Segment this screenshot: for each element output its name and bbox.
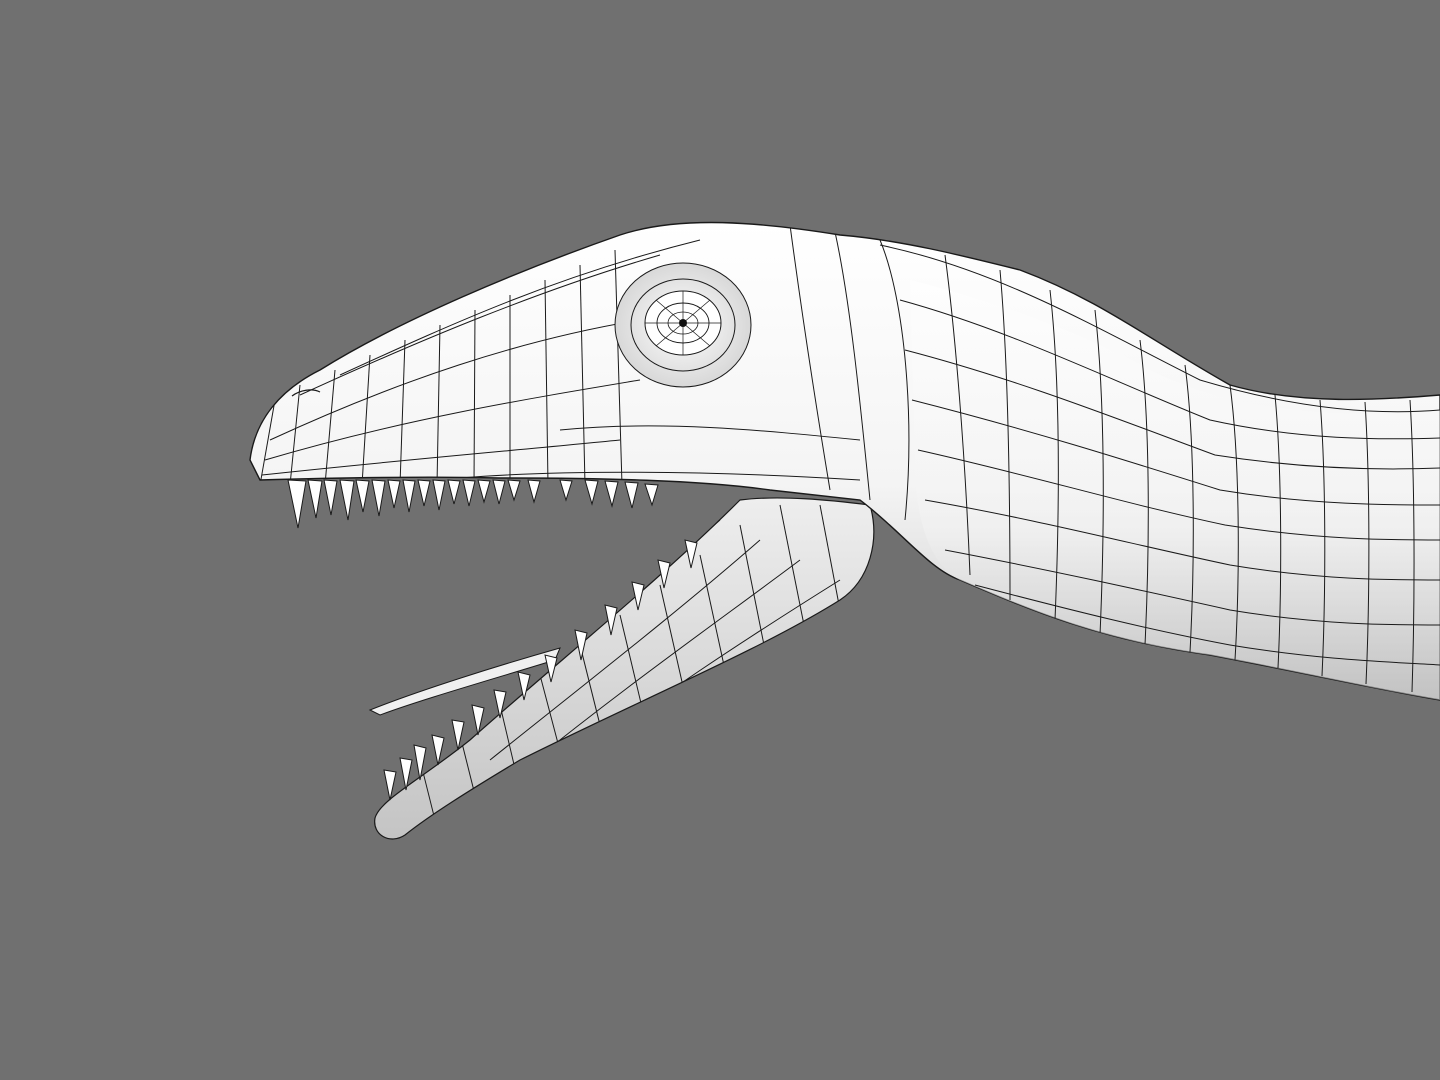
eye-socket — [614, 262, 752, 388]
render-viewport — [0, 0, 1440, 1080]
dinosaur-head-wireframe-render — [249, 221, 1440, 840]
eye-pupil — [679, 319, 687, 327]
upper-teeth — [287, 479, 659, 529]
head-and-neck — [249, 221, 1440, 701]
lower-jaw — [368, 497, 875, 840]
